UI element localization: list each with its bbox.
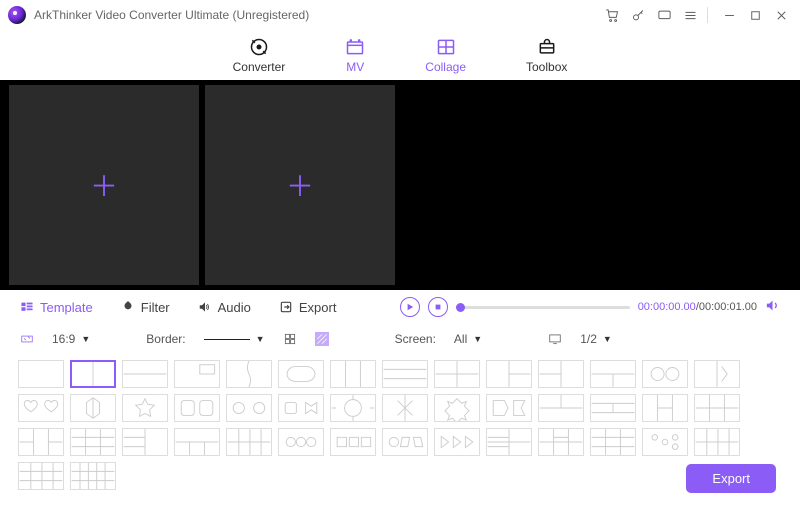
template-item[interactable] bbox=[590, 360, 636, 388]
template-item[interactable] bbox=[70, 428, 116, 456]
template-item[interactable] bbox=[330, 428, 376, 456]
options-row: 16:9▼ Border: ▼ Screen: All▼ 1/2▼ bbox=[0, 324, 800, 354]
template-item[interactable] bbox=[382, 428, 428, 456]
player-controls: 00:00:00.00/00:00:01.00 bbox=[400, 297, 780, 317]
template-item[interactable] bbox=[434, 428, 480, 456]
template-item[interactable] bbox=[330, 394, 376, 422]
tab-filter[interactable]: Filter bbox=[121, 300, 170, 315]
filter-icon bbox=[121, 300, 135, 314]
template-item[interactable] bbox=[278, 394, 324, 422]
screen-label: Screen: bbox=[395, 332, 436, 346]
border-pattern-button[interactable] bbox=[315, 332, 329, 346]
volume-button[interactable] bbox=[765, 298, 780, 316]
template-item[interactable] bbox=[642, 394, 688, 422]
template-item[interactable] bbox=[226, 428, 272, 456]
add-icon: ＋ bbox=[90, 165, 118, 205]
tab-export[interactable]: Export bbox=[279, 300, 337, 315]
template-item[interactable] bbox=[122, 428, 168, 456]
play-button[interactable] bbox=[400, 297, 420, 317]
template-item[interactable] bbox=[174, 360, 220, 388]
template-item[interactable] bbox=[278, 428, 324, 456]
page-select[interactable]: 1/2▼ bbox=[580, 332, 612, 346]
export-button[interactable]: Export bbox=[686, 464, 776, 493]
template-item[interactable] bbox=[590, 428, 636, 456]
ratio-icon[interactable] bbox=[20, 332, 34, 346]
template-item[interactable] bbox=[694, 428, 740, 456]
border-label: Border: bbox=[146, 332, 185, 346]
template-item[interactable] bbox=[382, 394, 428, 422]
cart-icon[interactable] bbox=[601, 4, 623, 26]
template-item[interactable] bbox=[538, 360, 584, 388]
template-item[interactable] bbox=[18, 462, 64, 490]
tab-template[interactable]: Template bbox=[20, 300, 93, 315]
template-item[interactable] bbox=[122, 360, 168, 388]
template-icon bbox=[20, 300, 34, 314]
template-item[interactable] bbox=[486, 394, 532, 422]
menu-icon[interactable] bbox=[679, 4, 701, 26]
template-item[interactable] bbox=[226, 394, 272, 422]
template-item[interactable] bbox=[538, 394, 584, 422]
close-button[interactable] bbox=[770, 4, 792, 26]
template-item[interactable] bbox=[226, 360, 272, 388]
tab-audio[interactable]: Audio bbox=[198, 300, 251, 315]
nav-toolbox[interactable]: Toolbox bbox=[526, 36, 567, 74]
stop-button[interactable] bbox=[428, 297, 448, 317]
add-icon: ＋ bbox=[286, 165, 314, 205]
export-icon bbox=[279, 300, 293, 314]
titlebar: ArkThinker Video Converter Ultimate (Unr… bbox=[0, 0, 800, 30]
main-nav: Converter MV Collage Toolbox bbox=[0, 30, 800, 80]
ratio-select[interactable]: 16:9▼ bbox=[52, 332, 90, 346]
seek-slider[interactable] bbox=[456, 306, 630, 309]
template-grid bbox=[0, 354, 800, 496]
template-item[interactable] bbox=[642, 360, 688, 388]
template-item[interactable] bbox=[486, 428, 532, 456]
preview-pane-1[interactable] bbox=[405, 85, 595, 285]
border-color-button[interactable] bbox=[283, 332, 297, 346]
app-logo-icon bbox=[8, 6, 26, 24]
feedback-icon[interactable] bbox=[653, 4, 675, 26]
template-item[interactable] bbox=[642, 428, 688, 456]
template-item[interactable] bbox=[18, 428, 64, 456]
template-item[interactable] bbox=[70, 394, 116, 422]
template-item[interactable] bbox=[330, 360, 376, 388]
template-item[interactable] bbox=[18, 394, 64, 422]
footer: Export bbox=[686, 464, 776, 493]
template-item[interactable] bbox=[434, 394, 480, 422]
audio-icon bbox=[198, 300, 212, 314]
template-item[interactable] bbox=[382, 360, 428, 388]
preview-pane-2[interactable] bbox=[601, 85, 791, 285]
template-item[interactable] bbox=[174, 428, 220, 456]
nav-mv[interactable]: MV bbox=[345, 36, 365, 74]
template-item[interactable] bbox=[122, 394, 168, 422]
collage-slot-2[interactable]: ＋ bbox=[205, 85, 395, 285]
app-title: ArkThinker Video Converter Ultimate (Unr… bbox=[34, 8, 309, 22]
template-item[interactable] bbox=[18, 360, 64, 388]
border-style-select[interactable]: ▼ bbox=[204, 334, 265, 344]
tabs-row: Template Filter Audio Export 00:00:00.00… bbox=[0, 290, 800, 324]
time-display: 00:00:00.00/00:00:01.00 bbox=[638, 301, 757, 313]
workspace: ＋ ＋ bbox=[0, 80, 800, 290]
template-item[interactable] bbox=[434, 360, 480, 388]
template-item[interactable] bbox=[278, 360, 324, 388]
key-icon[interactable] bbox=[627, 4, 649, 26]
screen-select[interactable]: All▼ bbox=[454, 332, 482, 346]
display-icon bbox=[548, 332, 562, 346]
template-item[interactable] bbox=[486, 360, 532, 388]
template-item[interactable] bbox=[174, 394, 220, 422]
template-item[interactable] bbox=[70, 462, 116, 490]
template-item[interactable] bbox=[694, 394, 740, 422]
minimize-button[interactable] bbox=[718, 4, 740, 26]
template-item[interactable] bbox=[590, 394, 636, 422]
template-item[interactable] bbox=[694, 360, 740, 388]
template-item[interactable] bbox=[70, 360, 116, 388]
nav-converter[interactable]: Converter bbox=[233, 36, 286, 74]
nav-collage[interactable]: Collage bbox=[425, 36, 466, 74]
template-item[interactable] bbox=[538, 428, 584, 456]
maximize-button[interactable] bbox=[744, 4, 766, 26]
collage-slot-1[interactable]: ＋ bbox=[9, 85, 199, 285]
